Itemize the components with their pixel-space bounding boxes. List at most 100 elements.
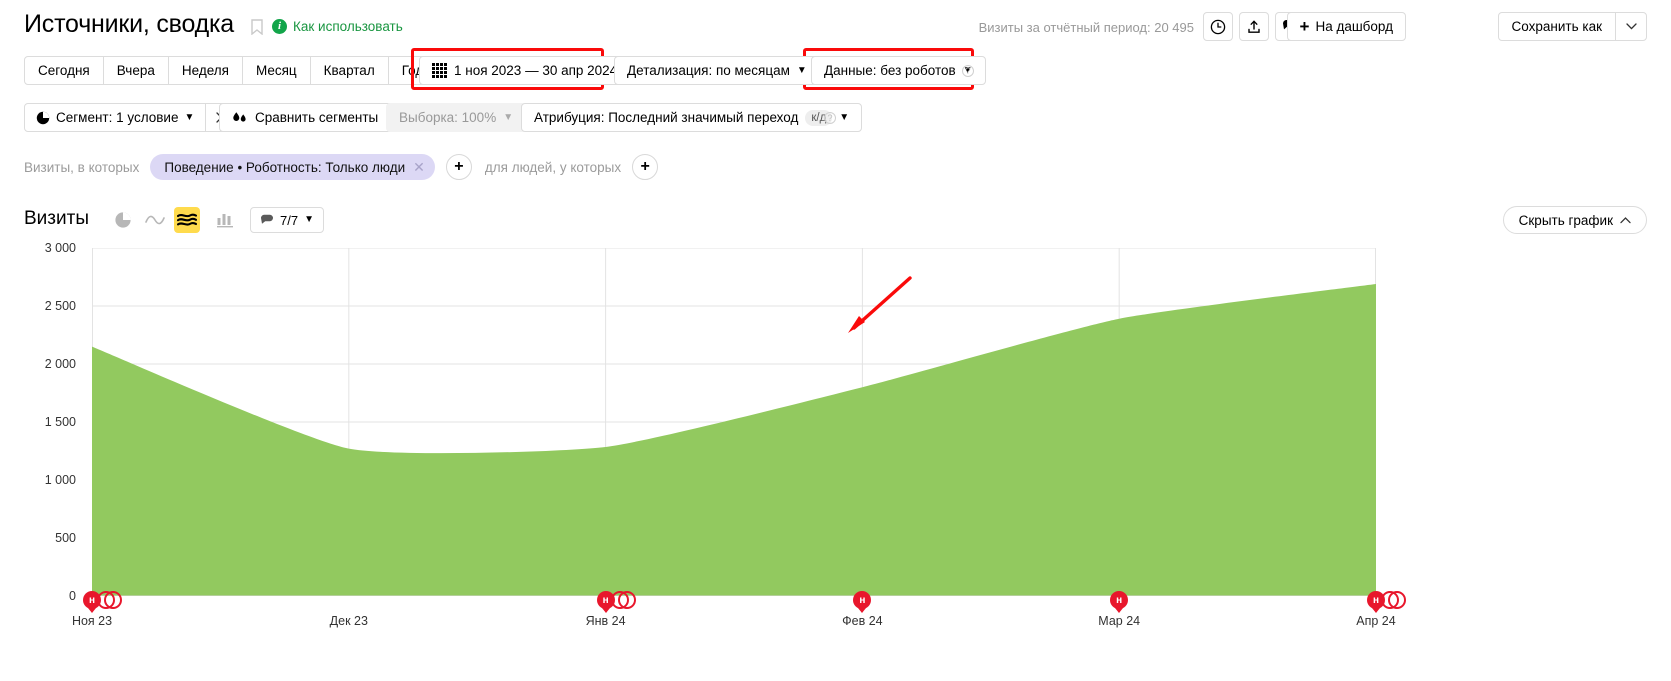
x-axis-tick: Мар 24 [1098, 614, 1141, 628]
filter-chip-row: Визиты, в которых Поведение • Роботность… [0, 146, 1671, 188]
chart-container: 500 1 000 1 500 2 000 2 500 3 000 0 Ноя 23 н Де… [0, 241, 1671, 648]
date-range-label: 1 ноя 2023 — 30 апр 2024 [454, 63, 618, 78]
x-axis-tick: Ноя 23 [71, 614, 113, 628]
help-icon-attribution[interactable]: ? [824, 112, 836, 124]
chart-event-marker[interactable]: н [83, 591, 122, 609]
event-marker-pin: н [853, 591, 872, 609]
filter-people-label: для людей, у которых [484, 159, 622, 175]
metrica-report-page: Источники, сводка i Как использовать Виз… [0, 0, 1671, 681]
compare-segments-label: Сравнить сегменты [255, 110, 379, 125]
how-to-use-link[interactable]: i Как использовать [272, 19, 403, 34]
save-as-group: Сохранить как [1497, 12, 1647, 41]
bar-chart-icon[interactable] [212, 207, 238, 233]
area-chart-glyph [177, 213, 197, 226]
y-axis-tick: 1 500 [44, 415, 76, 429]
chart-event-marker[interactable]: н [1367, 591, 1406, 609]
chevron-down-icon: ▼ [503, 111, 514, 123]
chevron-down-icon: ▼ [184, 111, 195, 123]
y-axis-tick: 1 000 [44, 473, 76, 487]
y-axis-labels: 500 1 000 1 500 2 000 2 500 3 000 0 [0, 241, 76, 608]
date-range-picker[interactable]: 1 ноя 2023 — 30 апр 2024 [419, 56, 631, 85]
segment-condition-button[interactable]: Сегмент: 1 условие ▼ [25, 104, 205, 131]
filter-prefix-label: Визиты, в которых [24, 159, 140, 175]
calendar-grid-icon [432, 63, 447, 78]
y-axis-tick: 2 000 [44, 357, 76, 371]
chart-plot[interactable] [92, 247, 1376, 597]
add-to-dashboard-button[interactable]: + На дашборд [1286, 12, 1406, 41]
area-chart-svg [92, 247, 1376, 597]
attribution-select[interactable]: Атрибуция: Последний значимый переход к/… [521, 103, 863, 132]
chevron-up-icon [1620, 216, 1631, 223]
close-icon[interactable]: ✕ [413, 160, 425, 174]
period-yesterday[interactable]: Вчера [104, 57, 169, 84]
pie-chart-glyph [115, 212, 131, 228]
plus-icon: + [1299, 16, 1310, 36]
chart-event-marker[interactable]: н [1110, 591, 1129, 609]
x-axis-labels: Ноя 23 н Дек 23 Янв 24 н Фев 24 н Мар 24 н Апр … [0, 591, 1671, 648]
period-today[interactable]: Сегодня [25, 57, 104, 84]
clock-icon-button[interactable] [1203, 12, 1233, 41]
compare-segments-button[interactable]: Сравнить сегменты ▼ [219, 103, 409, 132]
pie-chart-icon [36, 111, 50, 124]
chart-event-marker[interactable]: н [596, 591, 636, 609]
chart-comments-selector[interactable]: 7/7 ▼ [250, 207, 324, 233]
period-month[interactable]: Месяц [243, 57, 311, 84]
line-chart-glyph [145, 215, 165, 225]
add-visit-filter-button[interactable]: + [445, 154, 472, 180]
help-icon-data-filter[interactable]: ? [962, 65, 974, 77]
event-marker-pin: н [1367, 591, 1385, 609]
filter-chip-robotness[interactable]: Поведение • Роботность: Только люди ✕ [150, 154, 435, 180]
save-as-label: Сохранить как [1511, 19, 1602, 34]
info-icon: i [272, 19, 287, 34]
x-axis-tick: Фев 24 [842, 614, 883, 628]
line-chart-icon[interactable] [142, 207, 168, 233]
clock-icon [1210, 19, 1226, 34]
comment-bubble-icon [261, 214, 273, 224]
y-axis-tick: 500 [55, 531, 76, 545]
area-chart-icon[interactable] [174, 207, 200, 233]
save-as-button[interactable]: Сохранить как [1499, 13, 1615, 40]
x-axis-tick: Апр 24 [1356, 614, 1396, 628]
sampling-select[interactable]: Выборка: 100% ▼ [386, 103, 527, 132]
data-filter-label: Данные: без роботов [824, 63, 956, 78]
event-marker-pin: н [1110, 591, 1129, 609]
chevron-down-icon [1625, 23, 1637, 30]
segment-condition-label: Сегмент: 1 условие [56, 110, 179, 125]
chevron-down-icon: ▼ [839, 111, 850, 123]
y-axis-tick: 2 500 [44, 299, 76, 313]
metric-title: Визиты [24, 208, 89, 229]
visits-summary: Визиты за отчётный период: 20 495 [978, 20, 1194, 35]
chevron-down-icon: ▼ [304, 214, 314, 225]
chart-comments-count: 7/7 [280, 212, 299, 228]
page-title: Источники, сводка [24, 10, 235, 38]
hide-chart-button[interactable]: Скрыть график [1502, 206, 1647, 234]
chart-event-marker[interactable]: н [853, 591, 872, 609]
x-axis-tick: Дек 23 [329, 614, 368, 628]
how-to-use-label: Как использовать [293, 19, 403, 34]
segment-row: Сегмент: 1 условие ▼ Сравнить сегменты ▼… [0, 99, 1671, 143]
y-axis-tick: 3 000 [44, 241, 76, 255]
filter-chip-label: Поведение • Роботность: Только люди [164, 159, 406, 175]
chevron-down-icon: ▼ [796, 64, 807, 76]
detail-level-select[interactable]: Детализация: по месяцам ▼ [614, 56, 820, 85]
pie-chart-icon[interactable] [110, 207, 136, 233]
x-axis-tick: Янв 24 [585, 614, 626, 628]
event-marker-pin: н [83, 591, 101, 609]
attribution-label: Атрибуция: Последний значимый переход [534, 110, 799, 125]
sampling-label: Выборка: 100% [399, 110, 497, 125]
period-row: Сегодня Вчера Неделя Месяц Квартал Год 1… [0, 48, 1671, 94]
hide-chart-label: Скрыть график [1518, 212, 1613, 228]
detail-level-label: Детализация: по месяцам [627, 63, 790, 78]
segment-condition-group: Сегмент: 1 условие ▼ [24, 103, 238, 132]
export-icon-button[interactable] [1239, 12, 1269, 41]
period-week[interactable]: Неделя [169, 57, 243, 84]
bar-chart-glyph [217, 214, 233, 228]
save-as-dropdown-button[interactable] [1615, 13, 1646, 40]
period-quarter[interactable]: Квартал [311, 57, 389, 84]
add-to-dashboard-label: На дашборд [1315, 19, 1393, 34]
add-people-filter-button[interactable]: + [632, 154, 659, 180]
bookmark-icon[interactable] [251, 19, 263, 35]
chart-toolbar: Визиты 7/7 ▼ Скрыть график [0, 200, 1671, 240]
event-marker-pin: н [596, 591, 615, 609]
data-filter-select[interactable]: Данные: без роботов ▼ [811, 56, 986, 85]
